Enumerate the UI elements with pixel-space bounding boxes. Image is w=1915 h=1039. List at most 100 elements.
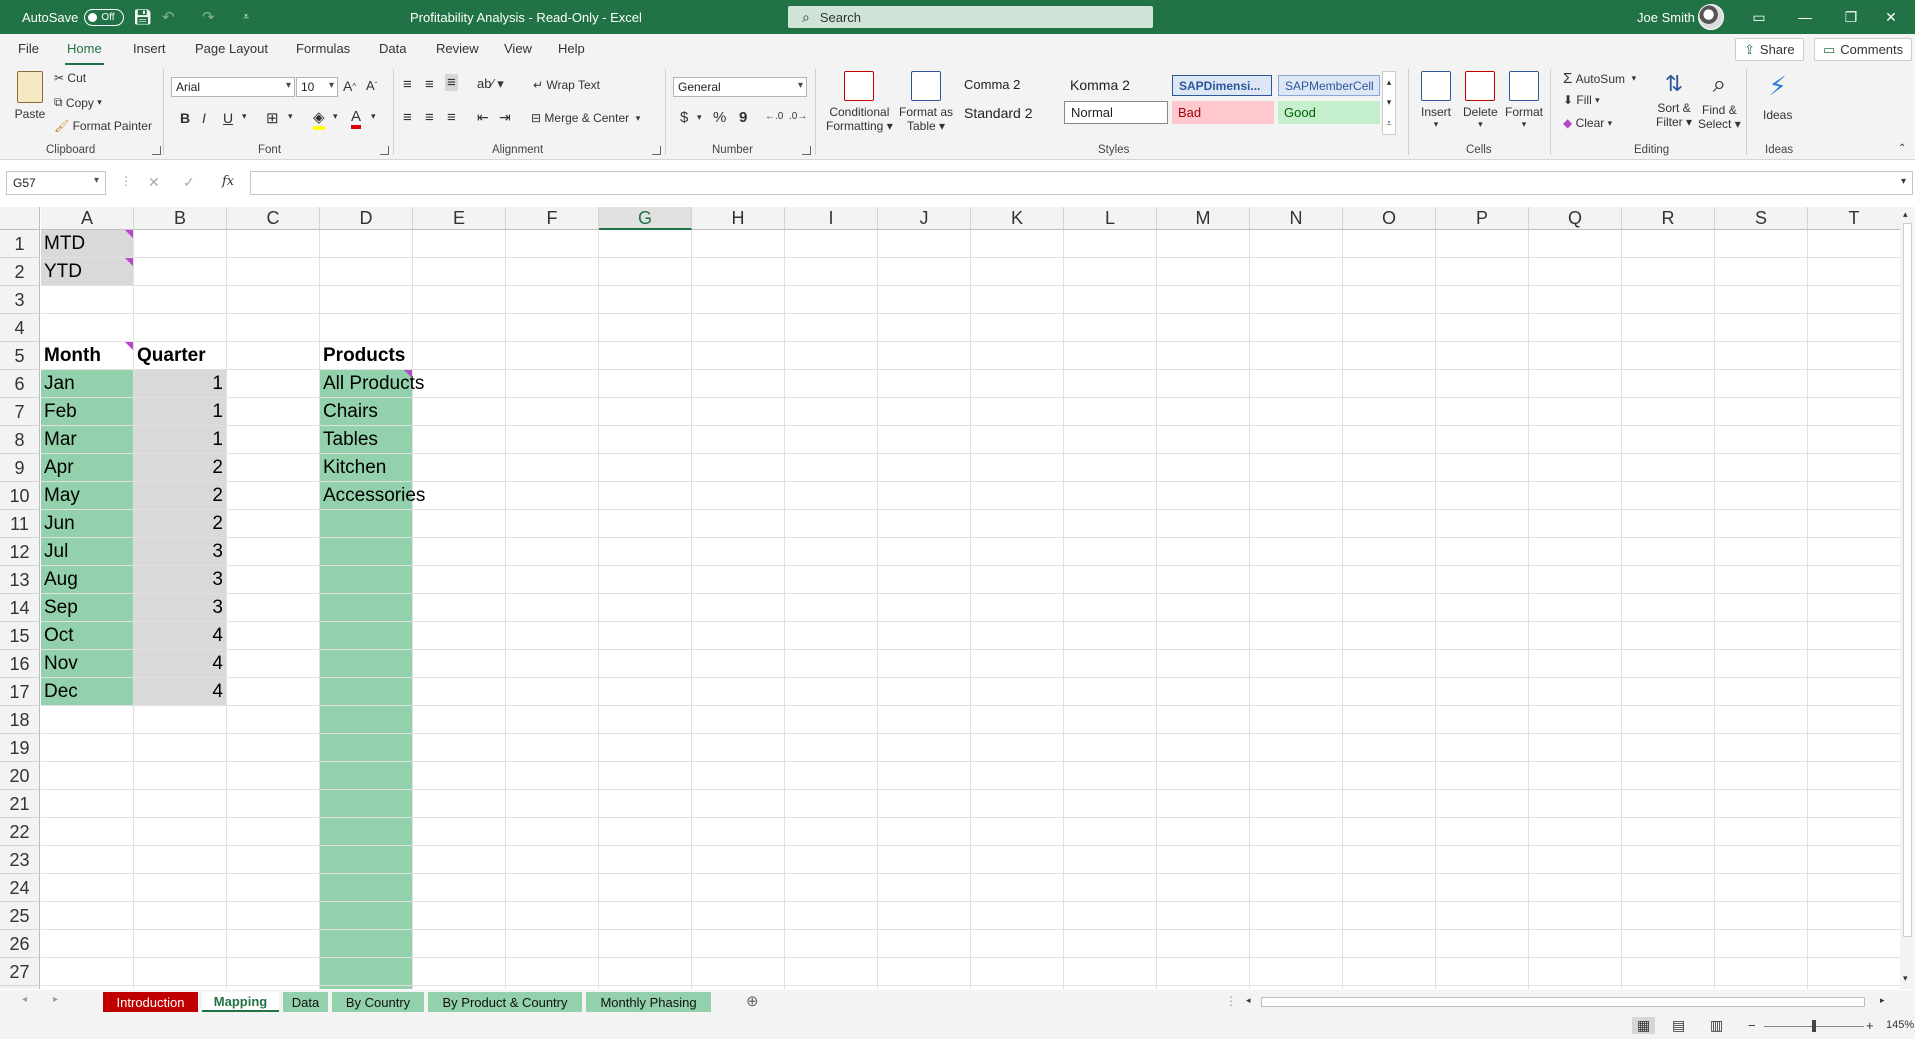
- cell-l28[interactable]: [1064, 986, 1157, 989]
- cell-g2[interactable]: [599, 258, 692, 286]
- cell-r13[interactable]: [1622, 566, 1715, 594]
- cell-c4[interactable]: [227, 314, 320, 342]
- cell-q28[interactable]: [1529, 986, 1622, 989]
- cell-q14[interactable]: [1529, 594, 1622, 622]
- cell-k12[interactable]: [971, 538, 1064, 566]
- cell-q19[interactable]: [1529, 734, 1622, 762]
- cell-r23[interactable]: [1622, 846, 1715, 874]
- cell-c28[interactable]: [227, 986, 320, 989]
- cell-d3[interactable]: [320, 286, 413, 314]
- cell-q15[interactable]: [1529, 622, 1622, 650]
- cell-b12[interactable]: 3: [134, 538, 227, 566]
- row-header-3[interactable]: 3: [0, 286, 40, 314]
- cell-g16[interactable]: [599, 650, 692, 678]
- style-standard-2[interactable]: Standard 2: [958, 101, 1060, 124]
- cell-q6[interactable]: [1529, 370, 1622, 398]
- cell-e12[interactable]: [413, 538, 506, 566]
- cell-f4[interactable]: [506, 314, 599, 342]
- cell-g25[interactable]: [599, 902, 692, 930]
- column-header-j[interactable]: J: [878, 207, 971, 230]
- column-header-p[interactable]: P: [1436, 207, 1529, 230]
- cell-b11[interactable]: 2: [134, 510, 227, 538]
- cell-h23[interactable]: [692, 846, 785, 874]
- cell-t1[interactable]: [1808, 230, 1900, 258]
- row-header-27[interactable]: 27: [0, 958, 40, 986]
- cell-i24[interactable]: [785, 874, 878, 902]
- cell-q12[interactable]: [1529, 538, 1622, 566]
- cell-t20[interactable]: [1808, 762, 1900, 790]
- row-header-21[interactable]: 21: [0, 790, 40, 818]
- cell-s6[interactable]: [1715, 370, 1808, 398]
- cell-q24[interactable]: [1529, 874, 1622, 902]
- zoom-out-icon[interactable]: −: [1748, 1018, 1756, 1033]
- autosum-button[interactable]: Σ AutoSum ▾: [1563, 70, 1636, 87]
- cell-q20[interactable]: [1529, 762, 1622, 790]
- cell-s3[interactable]: [1715, 286, 1808, 314]
- cell-g7[interactable]: [599, 398, 692, 426]
- cell-n15[interactable]: [1250, 622, 1343, 650]
- cell-i13[interactable]: [785, 566, 878, 594]
- enter-icon[interactable]: ✓: [183, 174, 195, 191]
- cell-n17[interactable]: [1250, 678, 1343, 706]
- cell-h1[interactable]: [692, 230, 785, 258]
- column-header-q[interactable]: Q: [1529, 207, 1622, 230]
- row-header-12[interactable]: 12: [0, 538, 40, 566]
- column-header-r[interactable]: R: [1622, 207, 1715, 230]
- cell-n9[interactable]: [1250, 454, 1343, 482]
- cell-p12[interactable]: [1436, 538, 1529, 566]
- cell-f28[interactable]: [506, 986, 599, 989]
- row-header-8[interactable]: 8: [0, 426, 40, 454]
- cell-i27[interactable]: [785, 958, 878, 986]
- cell-d22[interactable]: [320, 818, 413, 846]
- cell-p11[interactable]: [1436, 510, 1529, 538]
- cell-o11[interactable]: [1343, 510, 1436, 538]
- cell-n1[interactable]: [1250, 230, 1343, 258]
- cell-f14[interactable]: [506, 594, 599, 622]
- tab-help[interactable]: Help: [558, 41, 585, 56]
- comment-indicator-icon[interactable]: [404, 370, 412, 378]
- fill-button[interactable]: ⬇︎ Fill ▾: [1563, 93, 1600, 107]
- cell-a17[interactable]: Dec: [41, 678, 134, 706]
- next-sheet-icon[interactable]: ▸: [53, 994, 58, 1005]
- cell-b22[interactable]: [134, 818, 227, 846]
- cell-g18[interactable]: [599, 706, 692, 734]
- cell-j28[interactable]: [878, 986, 971, 989]
- cell-f15[interactable]: [506, 622, 599, 650]
- decrease-font-icon[interactable]: Aˇ: [366, 78, 377, 93]
- cell-a13[interactable]: Aug: [41, 566, 134, 594]
- cell-d1[interactable]: [320, 230, 413, 258]
- cell-j5[interactable]: [878, 342, 971, 370]
- cell-g20[interactable]: [599, 762, 692, 790]
- cell-t21[interactable]: [1808, 790, 1900, 818]
- cell-s24[interactable]: [1715, 874, 1808, 902]
- row-header-11[interactable]: 11: [0, 510, 40, 538]
- cell-d25[interactable]: [320, 902, 413, 930]
- cell-j16[interactable]: [878, 650, 971, 678]
- cell-a10[interactable]: May: [41, 482, 134, 510]
- expand-formula-icon[interactable]: ▾: [1901, 176, 1906, 187]
- style-bad[interactable]: Bad: [1172, 101, 1274, 124]
- increase-decimal-icon[interactable]: ←.0: [765, 111, 783, 122]
- tab-page-layout[interactable]: Page Layout: [195, 41, 268, 56]
- cell-q23[interactable]: [1529, 846, 1622, 874]
- cell-g14[interactable]: [599, 594, 692, 622]
- column-header-b[interactable]: B: [134, 207, 227, 230]
- insert-cells-button[interactable]: Insert ▾: [1421, 71, 1451, 130]
- chevron-down-icon[interactable]: ▾: [1387, 97, 1392, 108]
- cell-r25[interactable]: [1622, 902, 1715, 930]
- autosave-toggle[interactable]: Off: [84, 8, 125, 26]
- cell-k23[interactable]: [971, 846, 1064, 874]
- row-header-7[interactable]: 7: [0, 398, 40, 426]
- cell-o12[interactable]: [1343, 538, 1436, 566]
- cell-o19[interactable]: [1343, 734, 1436, 762]
- cell-m28[interactable]: [1157, 986, 1250, 989]
- cell-q3[interactable]: [1529, 286, 1622, 314]
- cell-c14[interactable]: [227, 594, 320, 622]
- cell-b19[interactable]: [134, 734, 227, 762]
- cell-r12[interactable]: [1622, 538, 1715, 566]
- cell-s17[interactable]: [1715, 678, 1808, 706]
- cell-i2[interactable]: [785, 258, 878, 286]
- cell-l20[interactable]: [1064, 762, 1157, 790]
- cell-c17[interactable]: [227, 678, 320, 706]
- cell-m25[interactable]: [1157, 902, 1250, 930]
